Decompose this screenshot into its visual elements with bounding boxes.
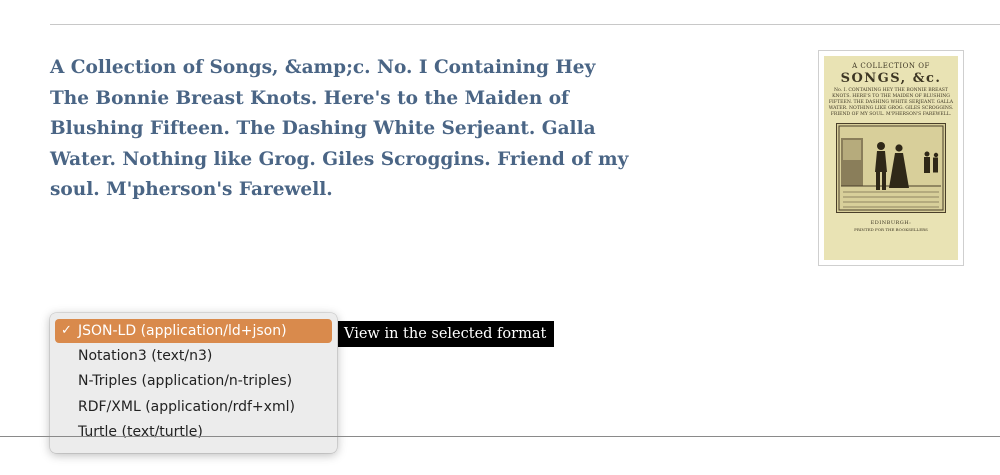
format-option-label: N-Triples (application/n-triples)	[78, 373, 293, 389]
page: A Collection of Songs, &amp;c. No. I Con…	[0, 0, 1000, 475]
format-option-label: JSON-LD (application/ld+json)	[78, 323, 287, 339]
cover-printer: PRINTED FOR THE BOOKSELLERS	[854, 227, 928, 232]
cover-image: A COLLECTION OF SONGS, &c. No. I. CONTAI…	[824, 56, 958, 260]
cover-thumbnail[interactable]: A COLLECTION OF SONGS, &c. No. I. CONTAI…	[818, 50, 964, 266]
record-title: A Collection of Songs, &amp;c. No. I Con…	[50, 57, 629, 200]
format-option-label: Turtle (text/turtle)	[78, 424, 203, 440]
cover-place: EDINBURGH:	[870, 220, 912, 226]
format-option-label: RDF/XML (application/rdf+xml)	[78, 399, 295, 415]
checkmark-icon: ✓	[61, 323, 72, 338]
format-option-rdf-xml[interactable]: RDF/XML (application/rdf+xml)	[55, 395, 332, 419]
top-divider	[50, 24, 1000, 25]
cover-line1: A COLLECTION OF	[852, 62, 930, 70]
format-dropdown-menu[interactable]: ✓ JSON-LD (application/ld+json) Notation…	[50, 313, 337, 453]
cover-contents: No. I. CONTAINING HEY THE BONNIE BREAST …	[828, 88, 954, 117]
cover-line2: SONGS, &c.	[840, 71, 942, 86]
format-option-n3[interactable]: Notation3 (text/n3)	[55, 344, 332, 368]
format-option-label: Notation3 (text/n3)	[78, 348, 213, 364]
format-option-n-triples[interactable]: N-Triples (application/n-triples)	[55, 369, 332, 393]
format-option-turtle[interactable]: Turtle (text/turtle)	[55, 420, 332, 444]
woodcut-illustration	[836, 123, 946, 213]
bottom-divider	[0, 436, 1000, 437]
view-format-button[interactable]: View in the selected format	[338, 321, 555, 347]
format-option-json-ld[interactable]: ✓ JSON-LD (application/ld+json)	[55, 319, 332, 343]
